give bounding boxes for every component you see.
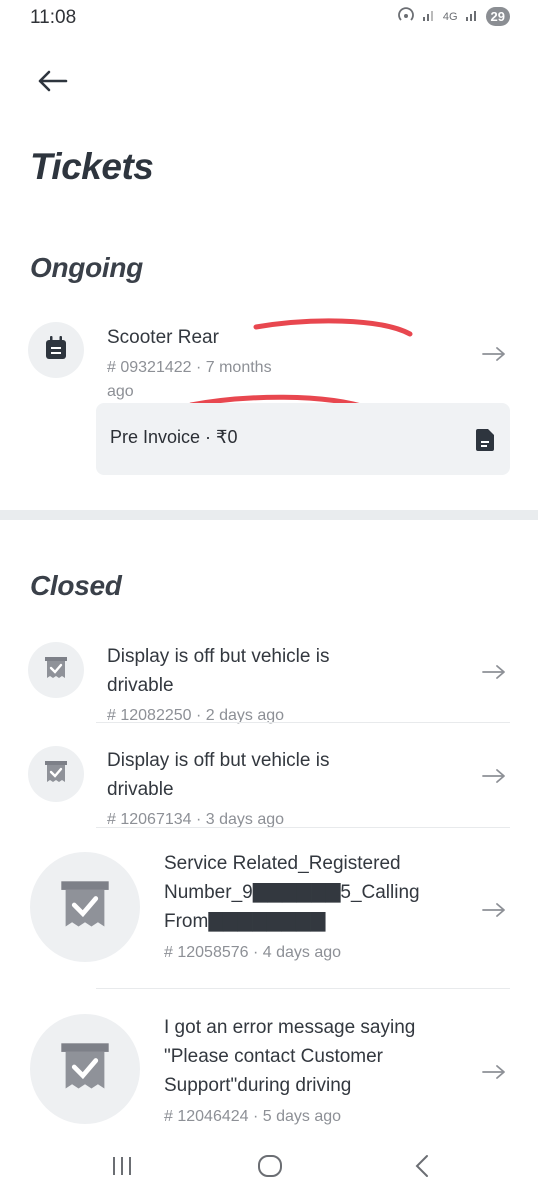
receipt-check-icon <box>43 655 69 686</box>
receipt-check-icon <box>57 1039 113 1100</box>
ticket-title-continued: Number_9▇▇▇▇▇▇5_Calling <box>164 882 420 903</box>
section-divider <box>0 510 538 520</box>
closed-ticket[interactable]: Display is off but vehicle is drivable #… <box>0 742 538 832</box>
ticket-icon <box>28 642 84 698</box>
battery-badge: 29 <box>485 7 510 26</box>
ticket-title: Scooter Rear <box>107 327 219 348</box>
ticket-title: Display is off but vehicle is <box>107 750 330 771</box>
divider <box>96 722 510 723</box>
ticket-title: Service Related_Registered <box>164 853 401 874</box>
system-back-button[interactable] <box>412 1154 432 1183</box>
pre-invoice-label: Pre Invoice · ₹0 <box>110 427 238 447</box>
status-time: 11:08 <box>30 7 77 28</box>
page-title: Tickets <box>30 146 154 187</box>
recent-apps-button[interactable] <box>110 1154 134 1183</box>
ticket-title-continued: "Please contact Customer <box>164 1046 384 1067</box>
pre-invoice-card[interactable]: Pre Invoice · ₹0 <box>96 403 510 475</box>
arrow-right-icon <box>482 347 505 361</box>
ticket-meta: # 12082250 · 2 days ago <box>107 707 285 724</box>
ticket-meta-continued: ago <box>107 383 134 400</box>
ticket-meta: # 12046424 · 5 days ago <box>164 1108 342 1125</box>
annotation-mark <box>253 318 413 337</box>
calendar-icon <box>44 335 68 366</box>
status-bar: 11:08 4G 29 <box>0 0 538 36</box>
arrow-right-icon <box>482 769 505 783</box>
ticket-title-continued: drivable <box>107 675 174 696</box>
closed-ticket[interactable]: Display is off but vehicle is drivable #… <box>0 638 538 728</box>
signal-icon <box>422 8 436 25</box>
ticket-title-continued: Support"during driving <box>164 1075 352 1096</box>
receipt-check-icon <box>57 877 113 938</box>
back-button[interactable] <box>36 68 70 98</box>
status-icons: 4G 29 <box>397 7 510 26</box>
ticket-meta: # 09321422 · 7 months <box>107 359 272 376</box>
document-icon[interactable] <box>474 427 496 458</box>
ticket-icon <box>30 1014 140 1124</box>
divider <box>96 988 510 989</box>
arrow-right-icon <box>482 665 505 679</box>
arrow-right-icon <box>482 1065 505 1079</box>
ticket-icon <box>28 322 84 378</box>
closed-ticket[interactable]: I got an error message saying "Please co… <box>0 1012 538 1142</box>
ticket-title-continued: From▇▇▇▇▇▇▇▇ <box>164 911 326 932</box>
ticket-title-continued: drivable <box>107 779 174 800</box>
ticket-meta: # 12067134 · 3 days ago <box>107 811 285 828</box>
closed-ticket[interactable]: Service Related_Registered Number_9▇▇▇▇▇… <box>0 848 538 978</box>
ticket-icon <box>28 746 84 802</box>
ticket-icon <box>30 852 140 962</box>
hotspot-icon <box>397 7 415 26</box>
arrow-right-icon <box>482 903 505 917</box>
network-type: 4G <box>442 10 458 23</box>
ongoing-section-title: Ongoing <box>30 252 143 283</box>
receipt-check-icon <box>43 759 69 790</box>
home-button[interactable] <box>257 1154 283 1183</box>
ticket-title: Display is off but vehicle is <box>107 646 330 667</box>
ticket-title: I got an error message saying <box>164 1017 416 1038</box>
signal-icon-2 <box>465 8 479 25</box>
closed-section-title: Closed <box>30 570 122 601</box>
ticket-meta: # 12058576 · 4 days ago <box>164 944 342 961</box>
back-arrow-icon <box>36 69 68 98</box>
divider <box>96 827 510 828</box>
system-nav-bar <box>0 1140 538 1200</box>
